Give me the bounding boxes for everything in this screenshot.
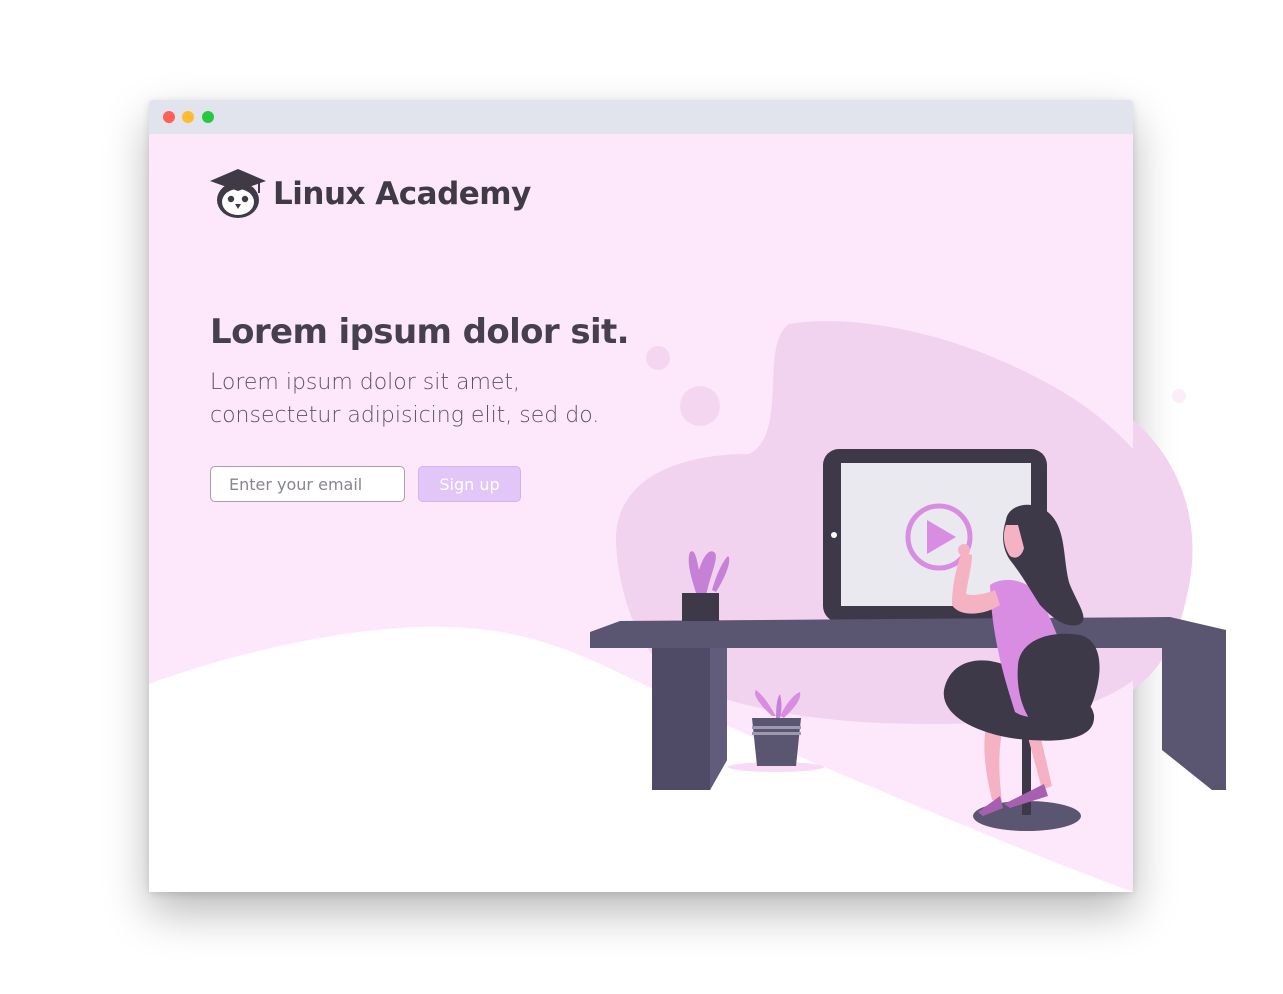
window-titlebar (149, 100, 1133, 134)
hero-headline: Lorem ipsum dolor sit. (210, 312, 630, 352)
maximize-window-button[interactable] (202, 111, 214, 123)
brand-logo[interactable]: Linux Academy (210, 167, 531, 221)
background-blob-overflow (1133, 420, 1193, 690)
minimize-window-button[interactable] (182, 111, 194, 123)
page-content: Linux Academy Lorem ipsum dolor sit. Lor… (149, 134, 1133, 892)
owl-graduation-cap-icon (210, 169, 266, 218)
close-window-button[interactable] (163, 111, 175, 123)
email-input[interactable] (210, 466, 405, 502)
background-blob (615, 321, 1133, 724)
decor-circle-small (646, 346, 670, 370)
hero-subtext: Lorem ipsum dolor sit amet, consectetur … (210, 370, 600, 428)
decor-circle-medium (680, 386, 720, 426)
decor-circle-tiny (1172, 389, 1186, 403)
sign-up-button[interactable]: Sign up (418, 466, 521, 502)
brand-name: Linux Academy (273, 176, 531, 212)
browser-window: Linux Academy Lorem ipsum dolor sit. Lor… (149, 100, 1133, 892)
background-shapes (149, 321, 1133, 892)
